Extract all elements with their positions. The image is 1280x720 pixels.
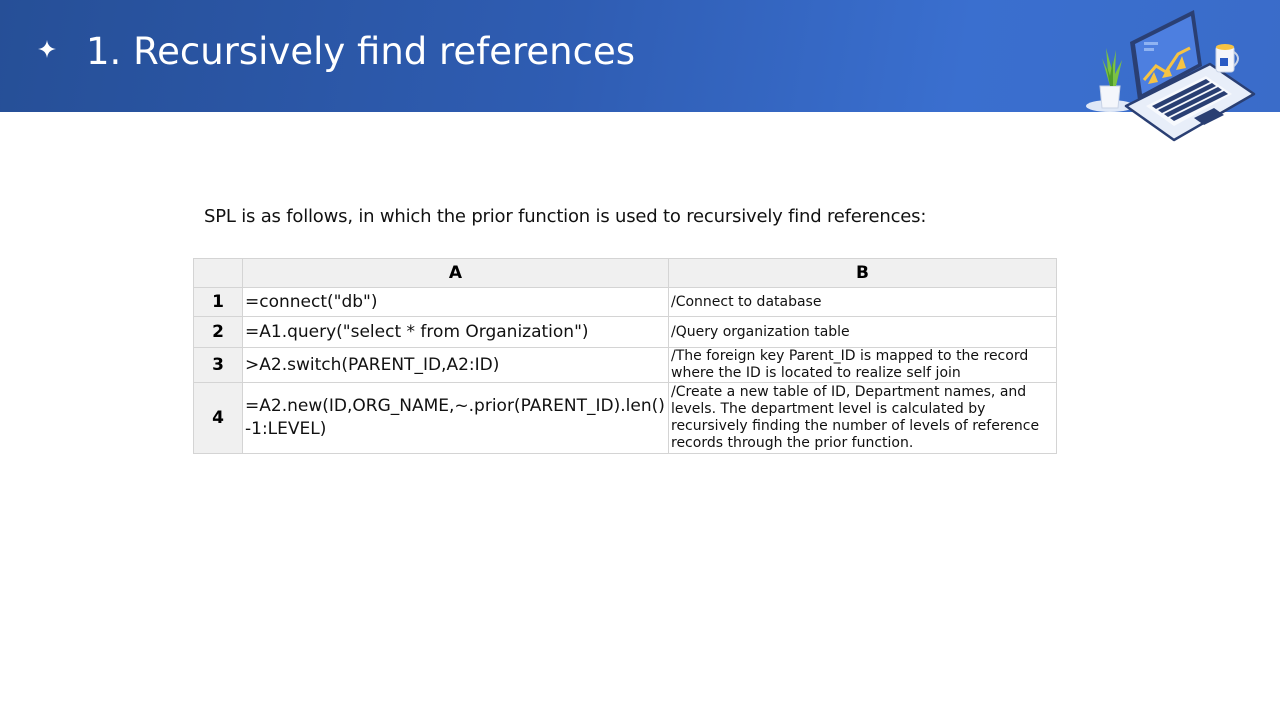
table-row: 4 =A2.new(ID,ORG_NAME,~.prior(PARENT_ID)… [193,382,1057,454]
row-number[interactable]: 2 [193,316,243,348]
page-title: 1. Recursively find references [86,30,635,73]
corner-cell [193,258,243,288]
code-cell[interactable]: =connect("db") [242,287,669,317]
table-row: 2 =A1.query("select * from Organization"… [193,316,1057,348]
row-number[interactable]: 3 [193,347,243,383]
column-header-b[interactable]: B [668,258,1057,288]
comment-cell[interactable]: /Query organization table [668,316,1057,348]
code-cell[interactable]: =A1.query("select * from Organization") [242,316,669,348]
table-row: 1 =connect("db") /Connect to database [193,287,1057,317]
code-cell[interactable]: >A2.switch(PARENT_ID,A2:ID) [242,347,669,383]
row-number[interactable]: 4 [193,382,243,454]
comment-cell[interactable]: /The foreign key Parent_ID is mapped to … [668,347,1057,383]
laptop-illustration [1086,10,1256,142]
table-row: 3 >A2.switch(PARENT_ID,A2:ID) /The forei… [193,347,1057,383]
spl-code-table: A B 1 =connect("db") /Connect to databas… [193,258,1057,454]
four-point-star-icon [38,40,56,58]
intro-text: SPL is as follows, in which the prior fu… [204,206,927,227]
comment-cell[interactable]: /Connect to database [668,287,1057,317]
comment-cell[interactable]: /Create a new table of ID, Department na… [668,382,1057,454]
code-cell[interactable]: =A2.new(ID,ORG_NAME,~.prior(PARENT_ID).l… [242,382,669,454]
column-header-a[interactable]: A [242,258,669,288]
row-number[interactable]: 1 [193,287,243,317]
